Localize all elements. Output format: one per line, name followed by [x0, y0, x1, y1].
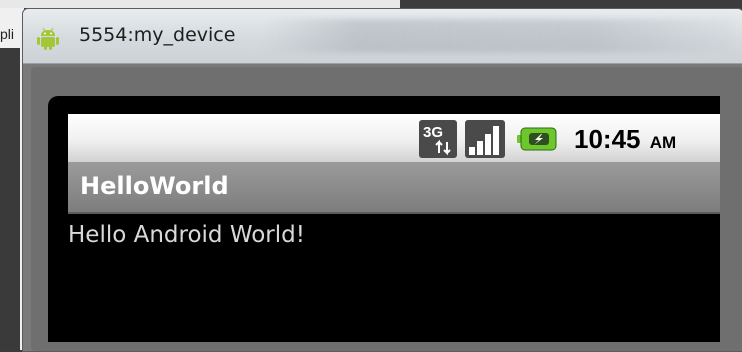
status-bar[interactable]: 3G 10:45 AM	[68, 114, 720, 162]
status-clock: 10:45 AM	[574, 124, 676, 155]
clock-time: 10:45	[574, 124, 641, 154]
svg-text:3G: 3G	[423, 124, 443, 141]
background-left-text: pli	[0, 26, 15, 42]
background-app-strip	[0, 0, 742, 8]
app-title: HelloWorld	[80, 172, 229, 200]
titlebar-blur	[263, 19, 733, 53]
signal-icon	[465, 120, 505, 158]
background-left-panel	[0, 8, 24, 350]
window-titlebar[interactable]: 5554:my_device	[23, 9, 742, 64]
clock-ampm: AM	[649, 133, 677, 152]
background-left-dark	[0, 48, 20, 350]
app-title-bar: HelloWorld	[68, 162, 720, 214]
hello-text: Hello Android World!	[68, 222, 305, 248]
android-icon	[37, 27, 59, 50]
device-screen[interactable]: 3G 10:45 AM HelloWorld Hello Android Wor…	[68, 114, 720, 342]
window-title: 5554:my_device	[79, 24, 236, 46]
3g-icon: 3G	[419, 120, 457, 158]
battery-charging-icon	[517, 127, 557, 151]
background-dark-region	[400, 0, 742, 8]
